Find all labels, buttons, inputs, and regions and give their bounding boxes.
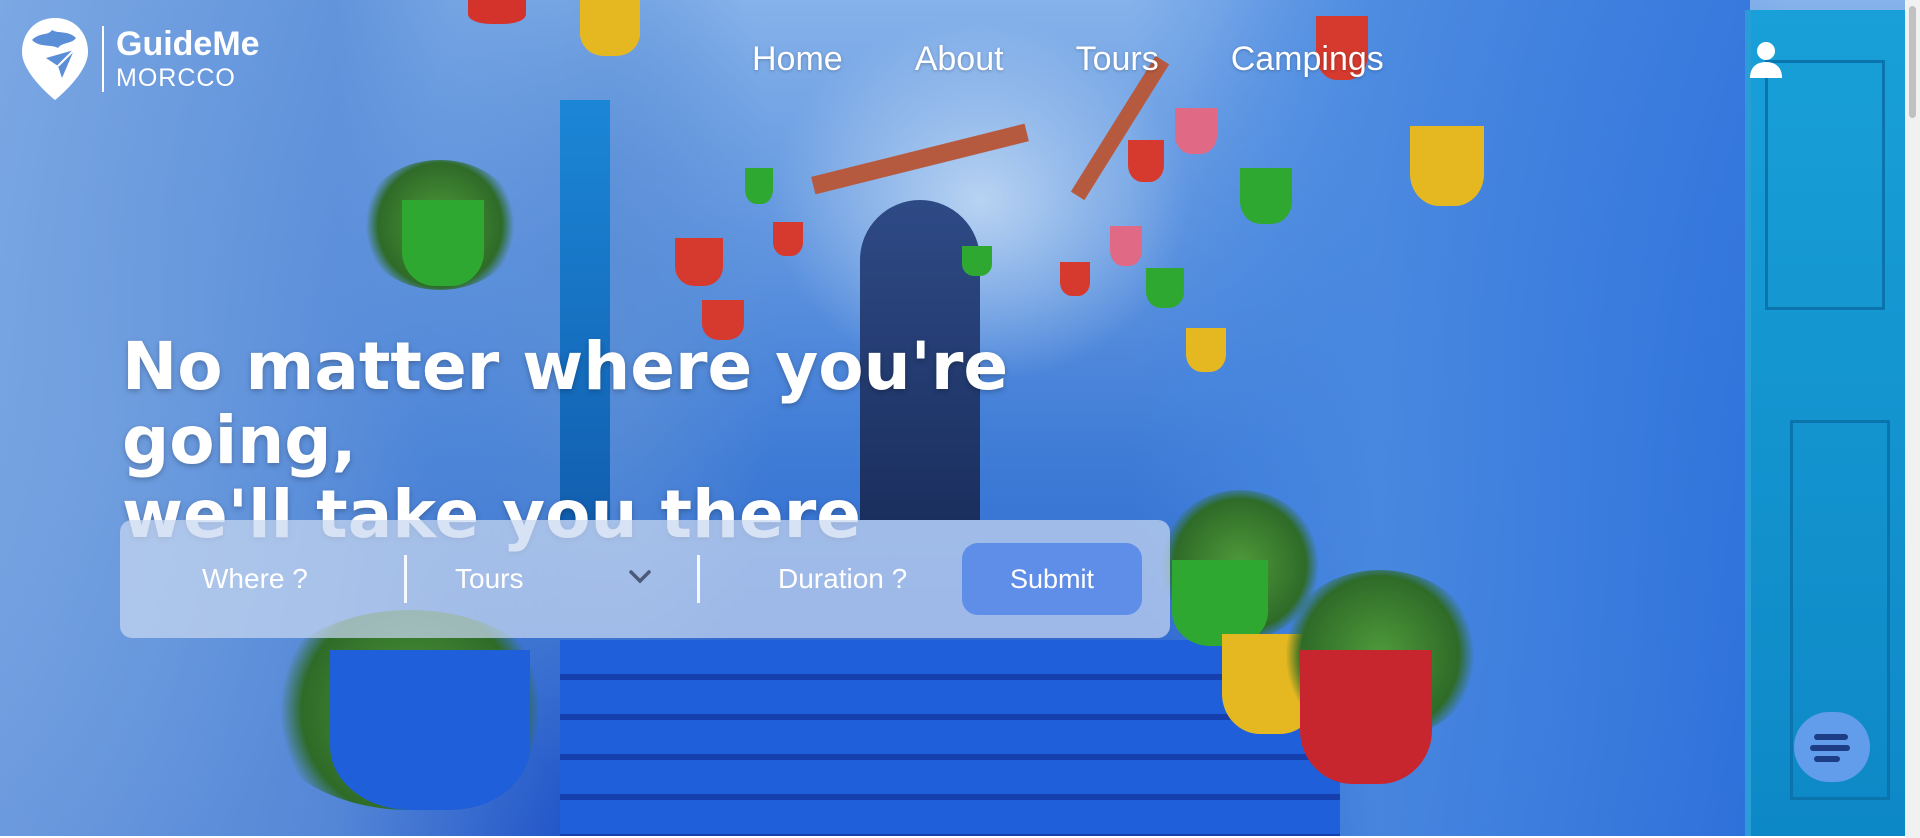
- trip-type-select[interactable]: Tours: [407, 520, 697, 638]
- brand-logo[interactable]: GuideMe MORCCO: [18, 14, 260, 104]
- trip-search-form: Tours Submit: [120, 520, 1170, 638]
- top-navigation-bar: GuideMe MORCCO Home About Tours Campings: [0, 0, 1905, 110]
- chat-icon-line: [1814, 756, 1840, 762]
- hero-flower-pot: [1410, 126, 1484, 206]
- hero-flower-pot: [1146, 268, 1184, 308]
- user-icon[interactable]: [1748, 40, 1784, 80]
- map-pin-plane-icon: [18, 14, 92, 104]
- chat-icon[interactable]: [1794, 712, 1870, 782]
- logo-text: GuideMe MORCCO: [116, 25, 260, 93]
- trip-type-value: Tours: [455, 563, 524, 594]
- hero-flower-pot: [330, 650, 530, 810]
- logo-divider: [102, 26, 104, 92]
- scrollbar-thumb[interactable]: [1909, 6, 1916, 118]
- chat-icon-line: [1810, 745, 1850, 751]
- brand-name: GuideMe: [116, 25, 260, 63]
- hero-flower-pot: [1060, 262, 1090, 296]
- submit-button[interactable]: Submit: [962, 543, 1142, 615]
- hero-flower-pot: [402, 200, 484, 286]
- chat-icon-line: [1814, 734, 1848, 740]
- duration-input[interactable]: [700, 520, 966, 638]
- hero-roof: [811, 123, 1029, 195]
- hero-flower-pot: [1128, 140, 1164, 182]
- hero-flower-pot: [962, 246, 992, 276]
- hero-flower-pot: [1240, 168, 1292, 224]
- hero-flower-pot: [773, 222, 803, 256]
- brand-tagline: MORCCO: [116, 64, 236, 92]
- page-scrollbar[interactable]: [1905, 0, 1920, 838]
- nav-home[interactable]: Home: [752, 40, 843, 79]
- hero-flower-pot: [745, 168, 773, 204]
- hero-flower-pot: [1110, 226, 1142, 266]
- hero-flower-pot: [1300, 650, 1432, 784]
- main-nav: Home About Tours Campings: [752, 40, 1456, 79]
- nav-campings[interactable]: Campings: [1231, 40, 1384, 79]
- nav-tours[interactable]: Tours: [1076, 40, 1159, 79]
- hero-flower-pot: [1175, 108, 1217, 154]
- where-input[interactable]: [120, 520, 404, 638]
- hero-flower-pot: [675, 238, 723, 286]
- hero-headline-line1: No matter where you're going,: [122, 328, 1009, 479]
- nav-about[interactable]: About: [915, 40, 1004, 79]
- chevron-down-icon: [629, 570, 651, 584]
- hero-headline: No matter where you're going, we'll take…: [122, 330, 1222, 552]
